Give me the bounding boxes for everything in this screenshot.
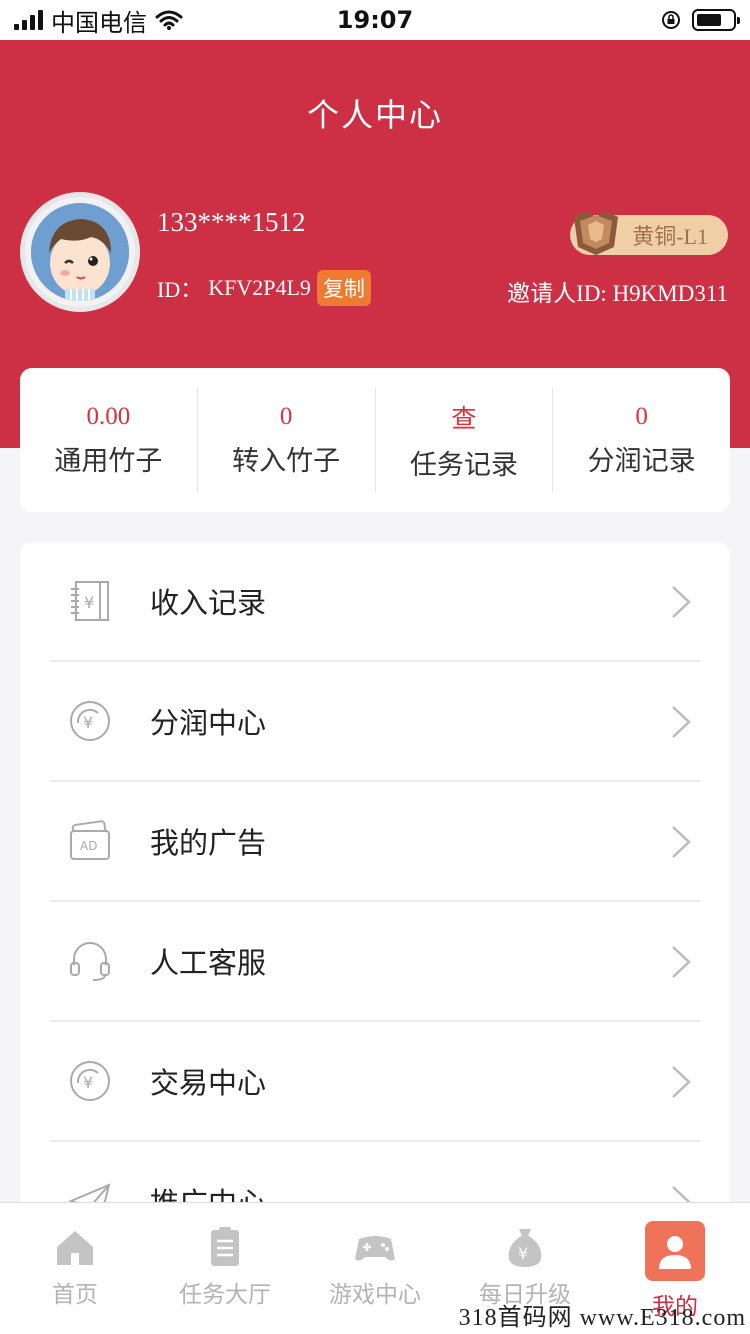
tab-label: 任务大厅: [179, 1282, 271, 1308]
user-id-value: KFV2P4L9: [208, 275, 311, 300]
stat-value: 查: [451, 405, 477, 433]
money-bag-icon: ¥: [508, 1229, 542, 1267]
svg-text:AD: AD: [80, 839, 97, 853]
menu-item-income-records[interactable]: ¥ 收入记录: [50, 542, 700, 662]
chevron-right-icon: [672, 826, 691, 858]
menu-item-label: 人工客服: [150, 946, 267, 980]
tab-label: 游戏中心: [329, 1282, 421, 1308]
svg-text:¥: ¥: [83, 713, 93, 732]
level-badge-label: 黄铜-L1: [632, 224, 708, 249]
home-icon: [57, 1231, 93, 1265]
bronze-crown-icon: [574, 211, 619, 255]
tab-home[interactable]: 首页: [0, 1203, 150, 1334]
stat-label: 分润记录: [587, 445, 696, 477]
svg-text:¥: ¥: [83, 1073, 93, 1092]
chevron-right-icon: [672, 586, 691, 618]
yen-coin-icon: ¥: [68, 699, 112, 743]
avatar[interactable]: [20, 192, 140, 312]
menu-list: ¥ 收入记录 ¥ 分润中心 AD 我的广告 人工客服 ¥ 交易中心: [20, 542, 730, 1242]
level-badge[interactable]: 黄铜-L1: [570, 211, 728, 255]
stat-value: 0.00: [86, 402, 131, 430]
user-id-row: ID： KFV2P4L9 复制: [157, 270, 371, 306]
copy-button[interactable]: 复制: [316, 270, 371, 306]
avatar-image: [31, 203, 129, 301]
user-icon: [645, 1221, 705, 1281]
stat-value: 0: [635, 402, 648, 430]
gamepad-icon: [355, 1236, 395, 1261]
menu-item-label: 交易中心: [150, 1066, 267, 1100]
menu-item-trade-center[interactable]: ¥ 交易中心: [50, 1022, 700, 1142]
tab-game-center[interactable]: 游戏中心: [300, 1203, 450, 1334]
battery-icon: [692, 9, 740, 31]
ad-card-icon: AD: [68, 819, 112, 863]
stat-profit-records[interactable]: 0 分润记录: [553, 388, 730, 492]
rotation-lock-icon: [662, 11, 680, 29]
chevron-right-icon: [672, 1066, 691, 1098]
clipboard-icon: [211, 1227, 239, 1266]
tab-label: 首页: [52, 1282, 98, 1308]
svg-text:¥: ¥: [518, 1244, 528, 1263]
svg-text:¥: ¥: [84, 593, 94, 612]
watermark: 318首码网 www.E318.com: [458, 1305, 746, 1331]
headset-icon: [68, 939, 112, 983]
menu-item-customer-service[interactable]: 人工客服: [50, 902, 700, 1022]
stat-general-bamboo[interactable]: 0.00 通用竹子: [20, 388, 198, 492]
stat-transfer-bamboo[interactable]: 0 转入竹子: [198, 388, 376, 492]
wifi-icon: [155, 10, 183, 30]
user-id-label: ID：: [157, 277, 203, 302]
menu-item-label: 我的广告: [150, 826, 267, 860]
menu-item-profit-center[interactable]: ¥ 分润中心: [50, 662, 700, 782]
tab-task-hall[interactable]: 任务大厅: [150, 1203, 300, 1334]
cell-signal-icon: [14, 10, 43, 30]
page-title: 个人中心: [306, 96, 443, 134]
chevron-right-icon: [672, 706, 691, 738]
menu-item-label: 收入记录: [150, 586, 267, 620]
menu-item-my-ads[interactable]: AD 我的广告: [50, 782, 700, 902]
status-right: [660, 9, 740, 31]
yen-coin-icon: ¥: [68, 1059, 112, 1103]
stat-task-records[interactable]: 查 任务记录: [376, 388, 554, 492]
user-phone: 133****1512: [157, 207, 306, 237]
menu-item-label: 分润中心: [150, 706, 267, 740]
inviter-id: 邀请人ID: H9KMD311: [507, 281, 728, 306]
stat-label: 任务记录: [409, 449, 518, 481]
chevron-right-icon: [672, 946, 691, 978]
carrier-name: 中国电信: [51, 8, 147, 37]
ledger-yen-icon: ¥: [68, 579, 112, 623]
status-bar: 中国电信 19:07: [0, 0, 750, 40]
stat-label: 转入竹子: [232, 445, 341, 477]
stat-label: 通用竹子: [54, 445, 163, 477]
stats-card: 0.00 通用竹子 0 转入竹子 查 任务记录 0 分润记录: [20, 368, 730, 512]
status-left: 中国电信: [14, 3, 183, 38]
stat-value: 0: [279, 402, 293, 430]
